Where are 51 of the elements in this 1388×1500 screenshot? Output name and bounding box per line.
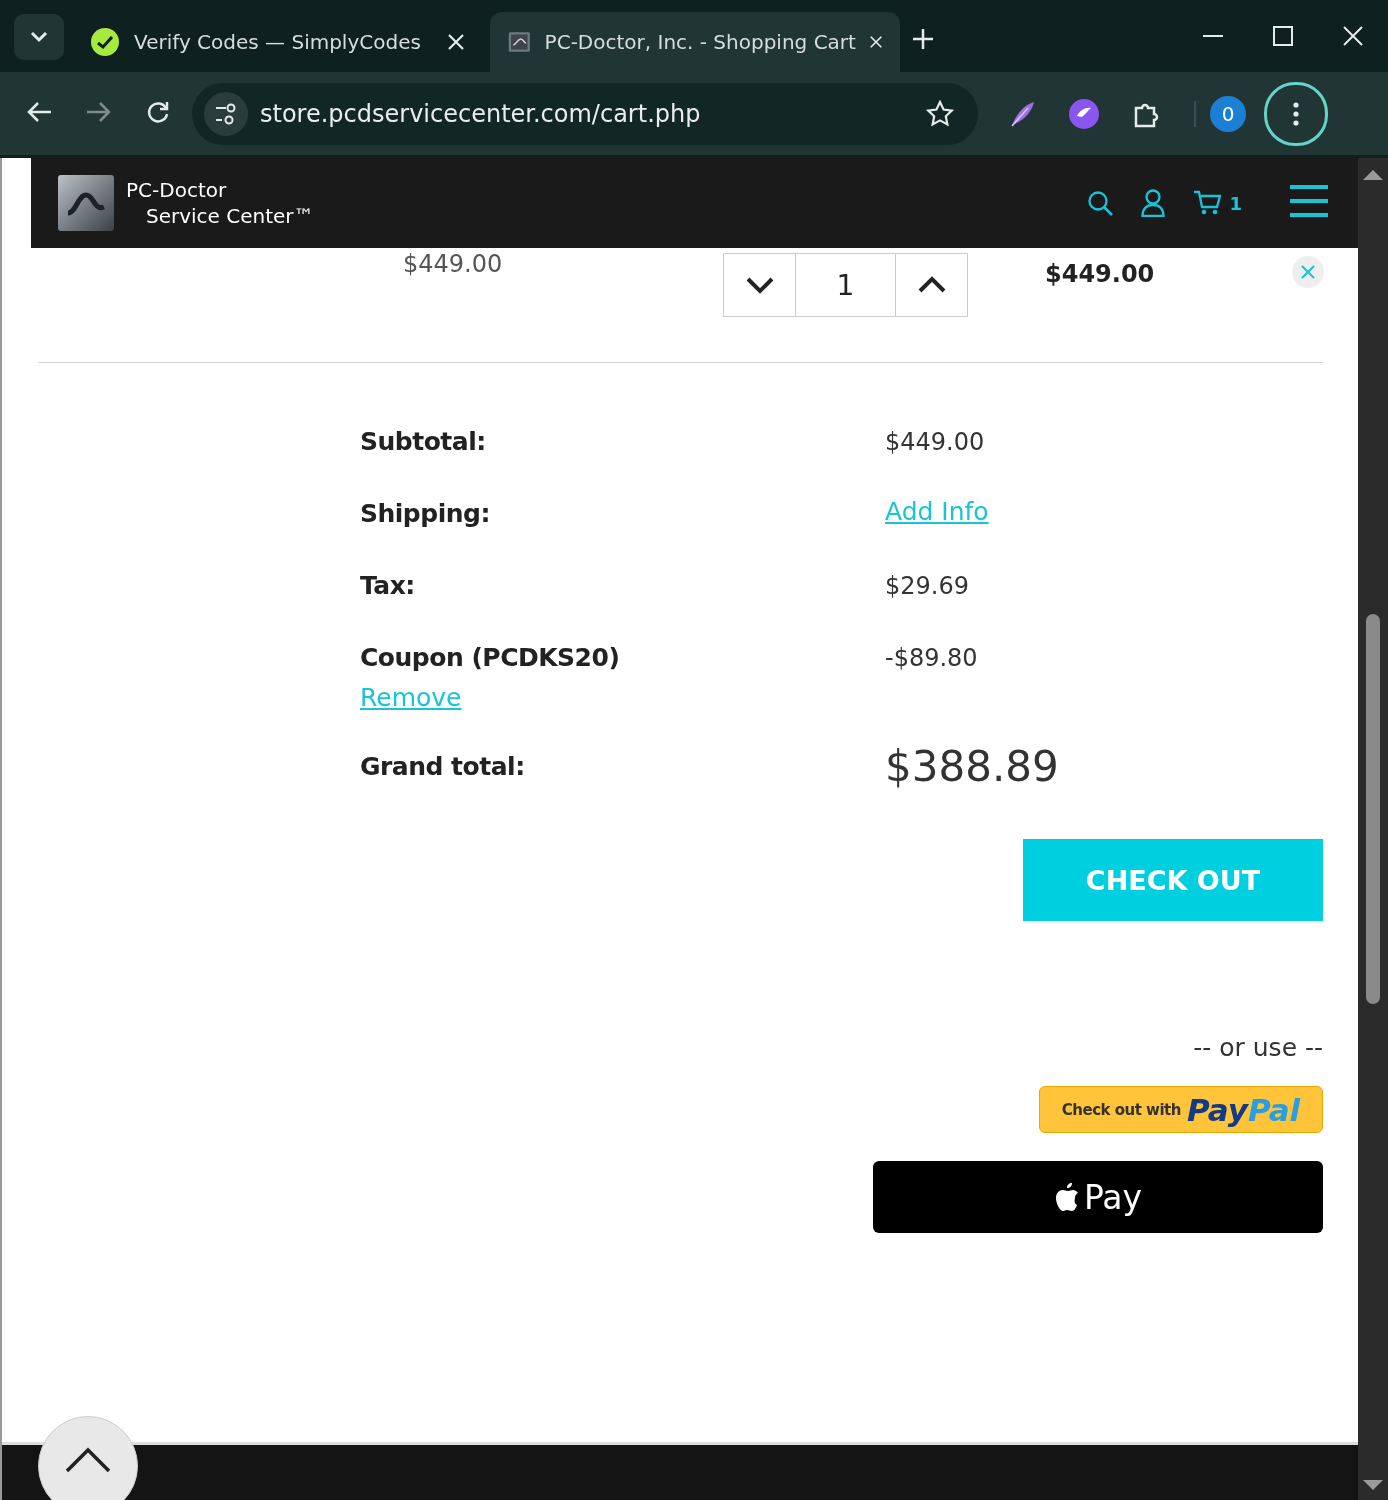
feather-icon[interactable] [1008,99,1036,128]
chevron-up-icon [65,1447,111,1473]
chevron-up-icon [917,276,946,294]
line-total: $449.00 [1045,260,1155,288]
close-icon[interactable] [1343,26,1363,46]
back-arrow-icon[interactable] [26,100,52,123]
tab-list-button[interactable] [14,14,64,60]
scroll-up-arrow-icon[interactable] [1363,168,1383,180]
extension-icon[interactable] [1068,97,1100,130]
forward-arrow-icon[interactable] [86,100,112,123]
increase-quantity-button[interactable] [895,253,968,317]
total-label: Subtotal: [360,426,486,458]
brand-name[interactable]: PC-Doctor [126,177,314,203]
brand-tagline: Service Center™ [145,203,314,229]
alternative-payment-label: -- or use -- [1193,1033,1323,1062]
cart-count[interactable]: 1 [1229,192,1242,214]
chevron-down-icon [745,276,774,294]
browser-tab[interactable]: Verify Codes — SimplyCodes [72,12,482,72]
apple-icon [1053,1182,1080,1212]
chevron-down-icon [30,31,48,43]
total-amount: $449.00 [885,428,985,456]
close-icon[interactable] [869,34,882,50]
decrease-quantity-button[interactable] [723,253,796,317]
maximize-icon[interactable] [1273,26,1293,46]
browser-menu-button[interactable] [1264,81,1328,146]
grand-total-amount: $388.89 [885,742,1059,791]
total-label: Coupon (PCDKS20) [360,642,620,674]
unit-price: $449.00 [403,250,503,278]
star-icon[interactable] [926,99,954,128]
total-label: Shipping: [360,498,490,530]
browser-tab[interactable]: PC-Doctor, Inc. - Shopping Cart [490,12,900,72]
scrollbar-thumb[interactable] [1366,614,1380,1004]
close-icon [1301,265,1315,279]
total-label: Tax: [360,570,415,602]
cart-icon[interactable] [1193,190,1222,216]
reload-icon[interactable] [146,99,170,124]
total-label: Grand total: [360,751,525,783]
address-bar[interactable]: store.pcdservicecenter.com/cart.php [192,82,978,145]
site-settings-icon[interactable] [214,102,238,125]
more-vertical-icon [1293,101,1299,126]
total-amount: $29.69 [885,572,969,600]
discount-amount: -$89.80 [885,644,978,672]
close-icon[interactable] [448,34,464,50]
profile-avatar[interactable]: 0 [1210,95,1246,132]
user-icon[interactable] [1141,189,1166,217]
plus-icon[interactable] [912,28,934,50]
scroll-down-arrow-icon[interactable] [1363,1480,1383,1492]
apple-pay-button[interactable]: Pay [873,1161,1323,1233]
quantity-field[interactable]: 1 [796,253,895,317]
menu-icon[interactable] [1290,184,1328,218]
search-icon[interactable] [1087,190,1114,216]
